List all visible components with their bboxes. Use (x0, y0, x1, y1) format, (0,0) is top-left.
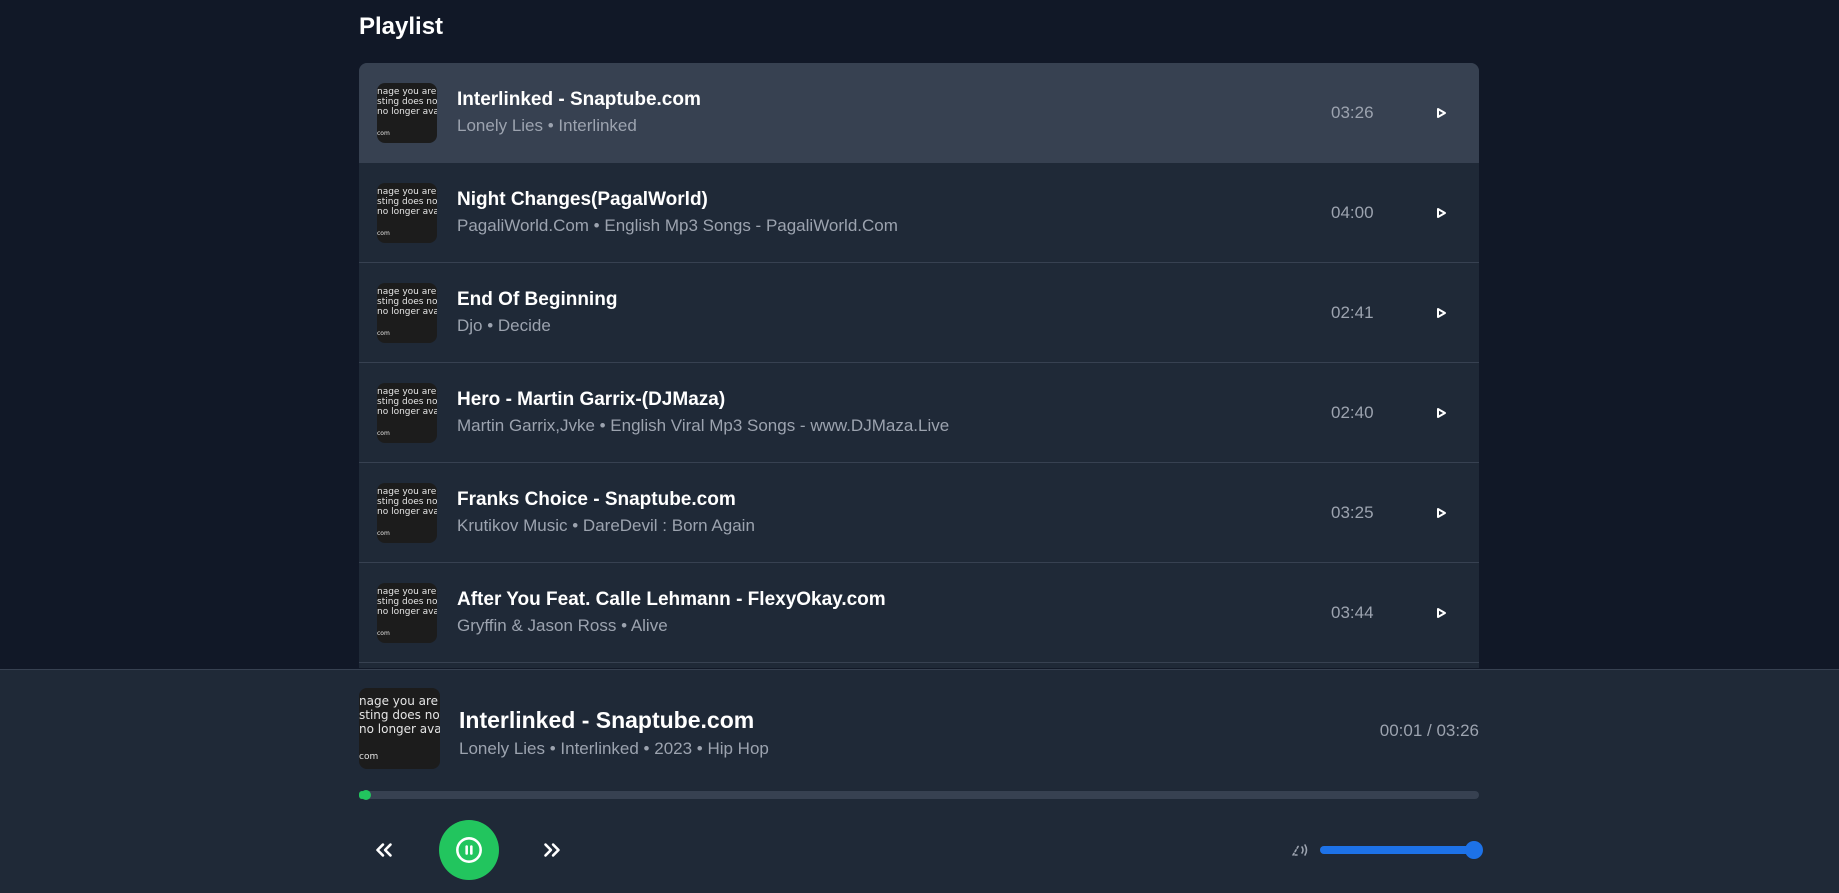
track-play-button[interactable] (1421, 193, 1461, 233)
track-album-art: nage you are sting does not no longer av… (377, 482, 437, 543)
album-art-text: nage you are (377, 586, 437, 597)
track-row[interactable]: nage you are sting does not no longer av… (359, 163, 1479, 263)
track-info: After You Feat. Calle Lehmann - FlexyOka… (457, 588, 1331, 637)
track-play-button[interactable] (1421, 593, 1461, 633)
album-art-text: com (377, 629, 390, 637)
pause-circle-icon (456, 837, 482, 863)
album-art-text: sting does not (377, 296, 437, 307)
progress-bar[interactable] (359, 790, 1479, 800)
album-art-text: sting does not (377, 96, 437, 107)
volume-fill (1320, 846, 1479, 854)
track-info: End Of Beginning Djo • Decide (457, 288, 1331, 337)
track-album-art: nage you are sting does not no longer av… (377, 82, 437, 143)
track-title: End Of Beginning (457, 289, 618, 310)
track-info: Franks Choice - Snaptube.com Krutikov Mu… (457, 488, 1331, 537)
album-art-text: com (377, 229, 390, 237)
track-duration: 03:44 (1331, 602, 1374, 622)
next-button[interactable] (535, 833, 569, 867)
album-art-text: sting does not (377, 496, 437, 507)
track-album-art: nage you are sting does not no longer av… (377, 282, 437, 343)
album-art-text: sting does not (377, 196, 437, 207)
album-art-text: no longer avail (377, 406, 437, 417)
track-duration: 02:41 (1331, 302, 1374, 322)
track-title: Night Changes(PagalWorld) (457, 189, 708, 210)
track-row[interactable]: nage you are sting does not no longer av… (359, 563, 1479, 663)
now-playing-subtitle: Lonely Lies • Interlinked • 2023 • Hip H… (459, 739, 769, 758)
play-icon (1437, 307, 1446, 318)
track-album-art: nage you are sting does not no longer av… (377, 382, 437, 443)
previous-button[interactable] (367, 833, 401, 867)
chevrons-right-icon (544, 843, 560, 857)
track-subtitle: Lonely Lies • Interlinked (457, 116, 637, 135)
track-row[interactable]: nage you are sting does not no longer av… (359, 363, 1479, 463)
track-subtitle: Martin Garrix,Jvke • English Viral Mp3 S… (457, 416, 950, 435)
pause-button[interactable] (439, 820, 499, 880)
track-title: Hero - Martin Garrix-(DJMaza) (457, 389, 726, 410)
track-play-button[interactable] (1421, 493, 1461, 533)
album-art-text: com (377, 329, 390, 337)
track-subtitle: Krutikov Music • DareDevil : Born Again (457, 516, 755, 535)
play-icon (1437, 207, 1446, 218)
play-icon (1437, 507, 1446, 518)
album-art-text: sting does not (377, 396, 437, 407)
volume-handle[interactable] (1465, 841, 1483, 859)
play-icon (1437, 107, 1446, 118)
chevrons-left-icon (376, 843, 392, 857)
track-info: Night Changes(PagalWorld) PagaliWorld.Co… (457, 188, 1331, 237)
play-icon (1437, 607, 1446, 618)
progress-handle[interactable] (360, 790, 371, 800)
album-art-text: nage you are (377, 286, 437, 297)
track-duration: 04:00 (1331, 202, 1374, 222)
album-art-text: com (377, 129, 390, 137)
album-art-text: nage you are (377, 86, 437, 97)
track-list: nage you are sting does not no longer av… (359, 63, 1479, 668)
now-playing-bar: nage you are sting does not no longer av… (0, 669, 1839, 893)
album-art-text: no longer avail (377, 106, 437, 117)
album-art-text: nage you are (377, 486, 437, 497)
track-row[interactable]: nage you are sting does not no longer av… (359, 463, 1479, 563)
now-playing-title: Interlinked - Snaptube.com (459, 707, 755, 733)
track-duration: 03:25 (1331, 502, 1374, 522)
now-playing-album-art: nage you are sting does not no longer av… (359, 688, 440, 769)
album-art-text: no longer avail (377, 606, 437, 617)
volume-icon[interactable] (1288, 840, 1310, 860)
album-art-text: com (377, 529, 390, 537)
album-art-text: com (377, 429, 390, 437)
volume-slider[interactable] (1320, 841, 1483, 859)
track-duration: 03:26 (1331, 102, 1374, 122)
album-art-text: com (359, 752, 379, 762)
track-play-button[interactable] (1421, 93, 1461, 133)
track-album-art: nage you are sting does not no longer av… (377, 182, 437, 243)
now-playing-time: 00:01 / 03:26 (1379, 721, 1479, 740)
album-art-text: no longer avail (377, 206, 437, 217)
track-subtitle: Gryffin & Jason Ross • Alive (457, 616, 668, 635)
album-art-text: no longer avail (377, 506, 437, 517)
track-album-art: nage you are sting does not no longer av… (377, 582, 437, 643)
track-info: Hero - Martin Garrix-(DJMaza) Martin Gar… (457, 388, 1331, 437)
album-art-text: sting does not (359, 708, 440, 722)
track-row[interactable]: nage you are sting does not no longer av… (359, 263, 1479, 363)
album-art-text: nage you are (377, 386, 437, 397)
album-art-text: nage you are (359, 694, 439, 708)
playlist-title: Playlist (359, 13, 444, 40)
album-art-text: sting does not (377, 596, 437, 607)
track-subtitle: PagaliWorld.Com • English Mp3 Songs - Pa… (457, 216, 898, 235)
play-icon (1437, 407, 1446, 418)
now-playing-inner: nage you are sting does not no longer av… (359, 670, 1483, 893)
track-title: Franks Choice - Snaptube.com (457, 489, 736, 510)
track-duration: 02:40 (1331, 402, 1374, 422)
track-info: Interlinked - Snaptube.com Lonely Lies •… (457, 88, 1331, 137)
music-player-page: Playlist nage you are sting does not no … (0, 0, 1839, 893)
album-art-text: no longer avail (359, 722, 440, 736)
track-row[interactable]: nage you are sting does not no longer av… (359, 63, 1479, 163)
track-title: Interlinked - Snaptube.com (457, 89, 701, 110)
album-art-text: no longer avail (377, 306, 437, 317)
album-art-text: nage you are (377, 186, 437, 197)
track-play-button[interactable] (1421, 293, 1461, 333)
track-play-button[interactable] (1421, 393, 1461, 433)
track-title: After You Feat. Calle Lehmann - FlexyOka… (457, 589, 886, 610)
track-subtitle: Djo • Decide (457, 316, 551, 335)
playlist-section: Playlist nage you are sting does not no … (359, 0, 1479, 668)
